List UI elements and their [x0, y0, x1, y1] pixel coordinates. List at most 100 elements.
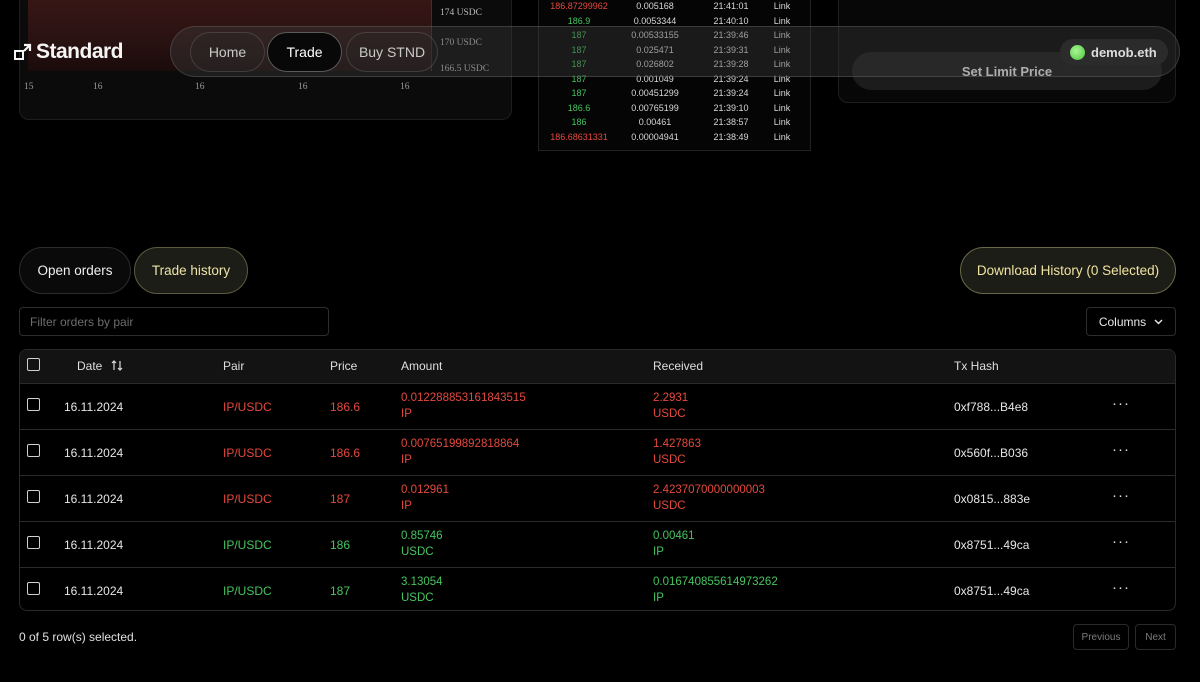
received-unit: USDC: [653, 500, 686, 512]
table-header: Date Pair Price Amount Received Tx Hash: [20, 350, 1175, 383]
tab-open-orders[interactable]: Open orders: [19, 247, 131, 294]
cell-price: 187: [330, 584, 351, 598]
download-history-button[interactable]: Download History (0 Selected): [960, 247, 1176, 294]
recent-trade-row: 187 0.00451299 21:39:24 Link: [539, 88, 812, 103]
brand-logo[interactable]: Standard: [14, 40, 124, 64]
row-checkbox[interactable]: [27, 444, 40, 457]
cell-tx-hash[interactable]: 0x0815...883e: [954, 492, 1030, 506]
received-unit: USDC: [653, 454, 686, 466]
column-header-date-label: Date: [77, 359, 103, 373]
row-actions-icon[interactable]: ···: [1112, 533, 1130, 550]
trade-amount: 0.005168: [636, 1, 674, 11]
sort-icon: [111, 360, 123, 371]
cell-tx-hash[interactable]: 0xf788...B4e8: [954, 400, 1028, 414]
trade-amount: 0.0053344: [633, 15, 677, 26]
cell-date: 16.11.2024: [64, 400, 124, 414]
table-row: 16.11.2024 IP/USDC 186.6 0.0076519989281886…: [20, 429, 1175, 475]
nav-buy-stnd[interactable]: Buy STND: [346, 32, 438, 72]
trade-time: 21:40:10: [713, 15, 749, 26]
recent-trade-row: 186.6 0.00765199 21:39:10 Link: [539, 103, 812, 118]
received-value: 2.4237070000000003: [653, 484, 765, 496]
trade-time: 21:39:24: [713, 88, 749, 98]
cell-received: 2.2931 USDC: [653, 390, 688, 422]
cell-received: 0.00461 IP: [653, 528, 695, 560]
trade-link[interactable]: Link: [757, 88, 807, 98]
trade-link[interactable]: Link: [757, 103, 807, 113]
column-header-date[interactable]: Date: [77, 359, 123, 373]
received-value: 1.427863: [653, 438, 701, 450]
cell-price: 187: [330, 492, 351, 506]
cell-received: 0.016740855614973262 IP: [653, 574, 778, 606]
cell-amount: 0.012961 IP: [401, 482, 449, 514]
cell-amount: 0.00765199892818864 IP: [401, 436, 519, 468]
table-row: 16.11.2024 IP/USDC 187 0.012961 IP 2.42370700…: [20, 475, 1175, 521]
table-row: 16.11.2024 IP/USDC 186.6 0.0122888531618435…: [20, 383, 1175, 429]
cell-tx-hash[interactable]: 0x8751...49ca: [954, 584, 1029, 598]
row-checkbox[interactable]: [27, 490, 40, 503]
row-actions-icon[interactable]: ···: [1112, 395, 1130, 412]
filter-pair-input[interactable]: [19, 307, 329, 336]
column-header-pair: Pair: [223, 359, 245, 373]
table-row: 16.11.2024 IP/USDC 187 3.13054 USDC 0.0167408…: [20, 567, 1175, 610]
amount-unit: USDC: [401, 592, 434, 604]
wallet-status-icon: [1070, 44, 1085, 60]
cell-pair: IP/USDC: [223, 538, 272, 552]
tab-trade-history[interactable]: Trade history: [134, 247, 248, 294]
brand-name: Standard: [36, 40, 124, 63]
row-checkbox[interactable]: [27, 582, 40, 595]
columns-button[interactable]: Columns: [1086, 307, 1176, 336]
cell-amount: 0.85746 USDC: [401, 528, 443, 560]
cell-received: 2.4237070000000003 USDC: [653, 482, 765, 514]
previous-page-button[interactable]: Previous: [1073, 624, 1129, 650]
trade-time: 21:38:57: [713, 117, 749, 127]
row-actions-icon[interactable]: ···: [1112, 441, 1130, 458]
nav-trade[interactable]: Trade: [267, 32, 342, 72]
cell-price: 186.6: [330, 446, 361, 460]
trade-price: 186.87299962: [550, 1, 608, 11]
recent-trade-row: 186.87299962 0.005168 21:41:01 Link: [539, 1, 812, 16]
cell-pair: IP/USDC: [223, 400, 272, 414]
chart-y-tick: 174 USDC: [440, 8, 482, 18]
trade-price: 187: [571, 88, 587, 98]
row-checkbox[interactable]: [27, 398, 40, 411]
standard-logo-icon: [14, 43, 32, 60]
cell-date: 16.11.2024: [64, 492, 124, 506]
row-actions-icon[interactable]: ···: [1112, 487, 1130, 504]
trade-link[interactable]: Link: [757, 16, 807, 26]
amount-value: 0.85746: [401, 530, 443, 542]
cell-price: 186: [330, 538, 351, 552]
amount-unit: IP: [401, 454, 412, 466]
trade-time: 21:38:49: [713, 131, 749, 142]
cell-pair: IP/USDC: [223, 446, 272, 460]
wallet-button[interactable]: demob.eth: [1060, 39, 1168, 65]
received-unit: USDC: [653, 408, 686, 420]
column-header-tx-hash: Tx Hash: [954, 359, 999, 373]
cell-received: 1.427863 USDC: [653, 436, 701, 468]
nav-home[interactable]: Home: [190, 32, 265, 72]
cell-tx-hash[interactable]: 0x8751...49ca: [954, 538, 1029, 552]
amount-value: 0.012288853161843515: [401, 392, 526, 404]
trade-price: 186.6: [567, 102, 591, 113]
cell-price: 186.6: [330, 400, 361, 414]
select-all-checkbox[interactable]: [27, 358, 40, 371]
row-actions-icon[interactable]: ···: [1112, 579, 1130, 596]
cell-tx-hash[interactable]: 0x560f...B036: [954, 446, 1028, 460]
row-checkbox[interactable]: [27, 536, 40, 549]
table-row: 16.11.2024 IP/USDC 186 0.85746 USDC 0.00461 IP…: [20, 521, 1175, 567]
trade-link[interactable]: Link: [757, 1, 807, 11]
trade-amount: 0.00451299: [631, 88, 679, 98]
column-header-price: Price: [330, 359, 358, 373]
cell-pair: IP/USDC: [223, 492, 272, 506]
trade-link[interactable]: Link: [757, 132, 807, 142]
received-unit: IP: [653, 546, 664, 558]
trade-link[interactable]: Link: [757, 117, 807, 127]
trade-time: 21:39:10: [713, 102, 749, 113]
recent-trade-row: 186 0.00461 21:38:57 Link: [539, 117, 812, 132]
amount-value: 0.00765199892818864: [401, 438, 520, 450]
cell-date: 16.11.2024: [64, 538, 124, 552]
cell-pair: IP/USDC: [223, 584, 272, 598]
received-unit: IP: [653, 592, 664, 604]
next-page-button[interactable]: Next: [1135, 624, 1176, 650]
chart-x-tick: 16: [298, 82, 308, 92]
column-header-amount: Amount: [401, 359, 443, 373]
